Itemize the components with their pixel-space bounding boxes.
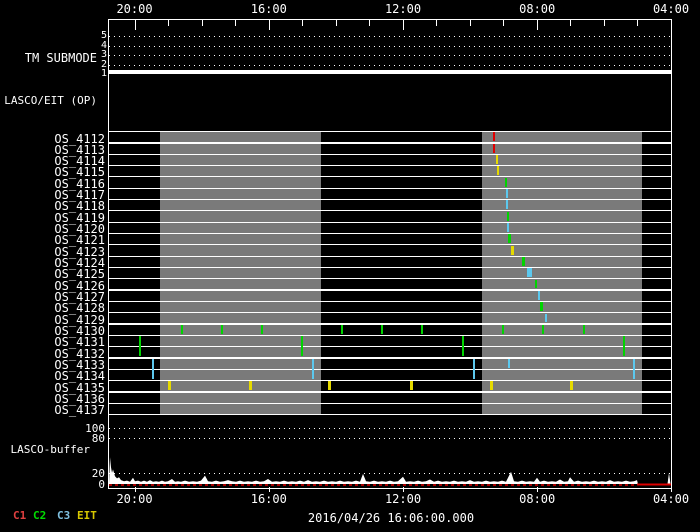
buffer-usage-plot [109,457,671,486]
lasco-timeline-screen: TM SUBMODE LASCO/EIT (OP) LASCO-buffer c… [0,0,700,532]
buffer-usage-series [109,457,638,484]
buffer-end-spike [667,472,671,484]
